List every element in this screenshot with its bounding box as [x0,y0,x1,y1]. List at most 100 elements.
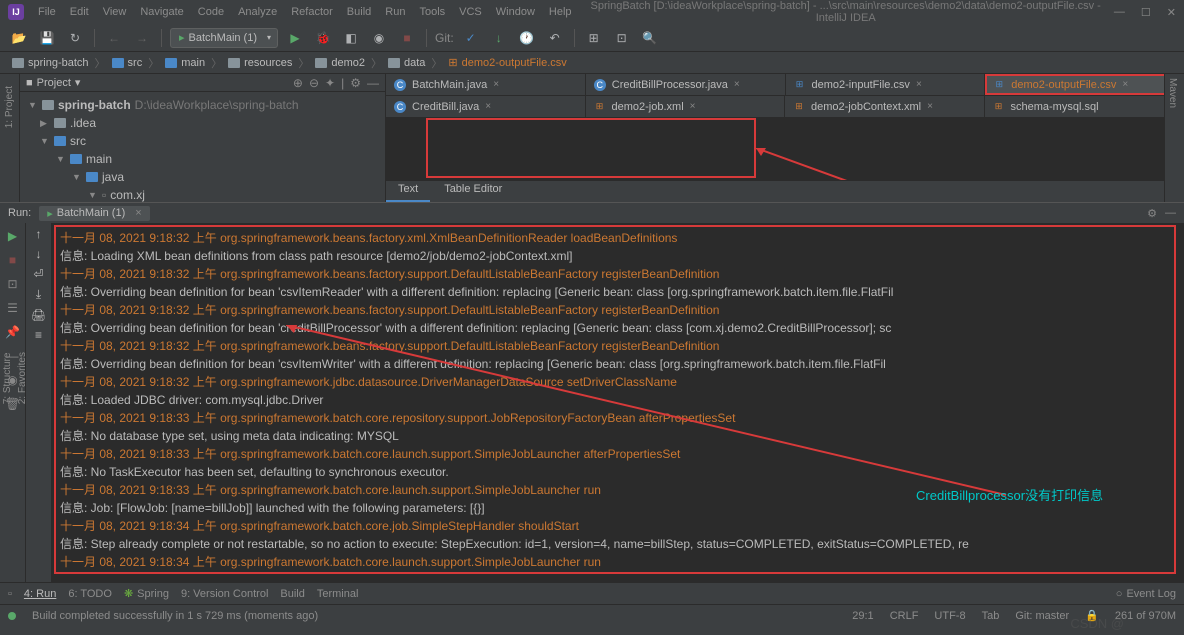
back-icon[interactable]: ← [103,27,125,49]
pin-icon[interactable]: 📌 [4,323,22,341]
sidebar-tab-structure[interactable]: 7: Structure [0,340,15,408]
editor-body[interactable]: 没有写入 Text Table Editor [386,118,1184,202]
close-icon[interactable]: ✕ [1167,6,1176,19]
rerun-icon[interactable]: ▶ [4,227,22,245]
debug-button-icon[interactable]: 🐞 [312,27,334,49]
menu-run[interactable]: Run [379,4,411,20]
menu-file[interactable]: File [32,4,62,20]
hide-icon[interactable]: — [1165,207,1176,219]
editor-tab[interactable]: CCreditBillProcessor.java× [586,74,786,95]
close-tab-icon[interactable]: × [916,79,922,90]
editor-tab[interactable]: CCreditBill.java× [386,96,586,117]
collapse-icon[interactable]: ⊕ [293,76,303,90]
bottom-tab-vcs[interactable]: 9: Version Control [181,588,268,600]
close-tab-icon[interactable]: × [927,101,933,112]
maximize-icon[interactable]: ☐ [1141,6,1151,19]
stop-icon[interactable]: ■ [4,251,22,269]
text-tab[interactable]: Text [386,181,430,202]
editor-tab[interactable]: ⊞demo2-inputFile.csv× [786,74,986,95]
profile-button-icon[interactable]: ◉ [368,27,390,49]
run-tab[interactable]: ▸BatchMain (1)× [39,206,149,221]
tree-node[interactable]: ▼▫ com.xj [20,186,385,202]
project-panel-title[interactable]: ■ Project ▾ [26,76,287,89]
sidebar-tab-database[interactable]: Database [1180,82,1184,202]
search-everywhere-icon[interactable]: ⊡ [611,27,633,49]
tool-window-icon[interactable]: ▫ [8,588,12,600]
tree-node[interactable]: ▶ .idea [20,114,385,132]
event-log[interactable]: ○ Event Log [1116,588,1176,600]
exit-icon[interactable]: ⊡ [4,275,22,293]
menu-window[interactable]: Window [490,4,541,20]
close-tab-icon[interactable]: × [734,79,740,90]
target-icon[interactable]: ⊖ [309,76,319,90]
close-tab-icon[interactable]: × [485,101,491,112]
search-icon[interactable]: 🔍 [639,27,661,49]
editor-tab-active[interactable]: ⊞demo2-outputFile.csv× [985,74,1184,95]
save-button-icon[interactable]: 💾 [36,27,58,49]
close-tab-icon[interactable]: × [493,79,499,90]
console-output[interactable]: CreditBillprocessor没有打印信息 十一月 08, 2021 9… [54,225,1176,574]
menu-code[interactable]: Code [192,4,230,20]
editor-tab[interactable]: CBatchMain.java× [386,74,586,95]
sidebar-tab-project[interactable]: 1: Project [2,82,17,132]
print-icon[interactable]: 🖨 [31,308,46,322]
table-editor-tab[interactable]: Table Editor [432,181,514,202]
tree-node[interactable]: ▼ java [20,168,385,186]
menu-refactor[interactable]: Refactor [285,4,339,20]
breadcrumb-item[interactable]: spring-batch [8,57,93,69]
bottom-tab-terminal[interactable]: Terminal [317,588,359,600]
expand-icon[interactable]: ✦ [325,76,335,90]
breadcrumb-item[interactable]: resources [224,57,296,69]
tree-node[interactable]: ▼ src [20,132,385,150]
tree-root[interactable]: ▼ spring-batch D:\ideaWorkplace\spring-b… [20,96,385,114]
encoding[interactable]: UTF-8 [934,610,965,622]
run-button-icon[interactable]: ▶ [284,27,306,49]
breadcrumb-item[interactable]: src [108,57,147,69]
git-update-icon[interactable]: ✓ [460,27,482,49]
menu-vcs[interactable]: VCS [453,4,488,20]
breadcrumb-item[interactable]: main [161,57,209,69]
git-branch[interactable]: Git: master [1015,610,1069,622]
git-history-icon[interactable]: 🕐 [516,27,538,49]
menu-build[interactable]: Build [341,4,377,20]
open-button-icon[interactable]: 📂 [8,27,30,49]
gear-icon[interactable]: ⚙ [350,76,361,90]
scroll-icon[interactable]: ⤓ [36,287,41,302]
sidebar-tab-favorites[interactable]: 2: Favorites [15,348,30,408]
git-revert-icon[interactable]: ↶ [544,27,566,49]
minimize-icon[interactable]: — [1114,6,1125,19]
structure-icon[interactable]: ⊞ [583,27,605,49]
wrap-icon[interactable]: ⏎ [33,267,43,281]
clear-icon[interactable]: ≡ [35,328,42,342]
sidebar-tab-maven[interactable]: Maven [1165,74,1180,202]
editor-tab[interactable]: ⊞demo2-jobContext.xml× [785,96,985,117]
breadcrumb-item[interactable]: demo2 [311,57,369,69]
breadcrumb-item[interactable]: data [384,57,429,69]
indent[interactable]: Tab [982,610,1000,622]
editor-tab[interactable]: ⊞schema-mysql.sql [985,96,1184,117]
stop-button-icon[interactable]: ■ [396,27,418,49]
menu-analyze[interactable]: Analyze [232,4,283,20]
cursor-position[interactable]: 29:1 [852,610,873,622]
hide-icon[interactable]: — [367,76,379,90]
bottom-tab-todo[interactable]: 6: TODO [68,588,112,600]
tree-node[interactable]: ▼ main [20,150,385,168]
bottom-tab-run[interactable]: 4: Run [24,588,56,600]
breadcrumb-item[interactable]: ⊞demo2-outputFile.csv [444,56,570,69]
sync-button-icon[interactable]: ↻ [64,27,86,49]
run-config-selector[interactable]: ▸ BatchMain (1) [170,28,278,48]
menu-navigate[interactable]: Navigate [134,4,189,20]
forward-icon[interactable]: → [131,27,153,49]
menu-tools[interactable]: Tools [413,4,451,20]
editor-tab[interactable]: ⊞demo2-job.xml× [586,96,786,117]
close-tab-icon[interactable]: × [690,101,696,112]
menu-edit[interactable]: Edit [64,4,95,20]
down-icon[interactable]: ↓ [36,247,42,261]
bottom-tab-spring[interactable]: ❋Spring [124,587,169,600]
bottom-tab-build[interactable]: Build [280,588,304,600]
gear-icon[interactable]: ⚙ [1147,207,1157,220]
memory-indicator[interactable]: 261 of 970M [1115,610,1176,622]
close-tab-icon[interactable]: × [1122,79,1128,90]
layout-icon[interactable]: ☰ [4,299,22,317]
git-commit-icon[interactable]: ↓ [488,27,510,49]
